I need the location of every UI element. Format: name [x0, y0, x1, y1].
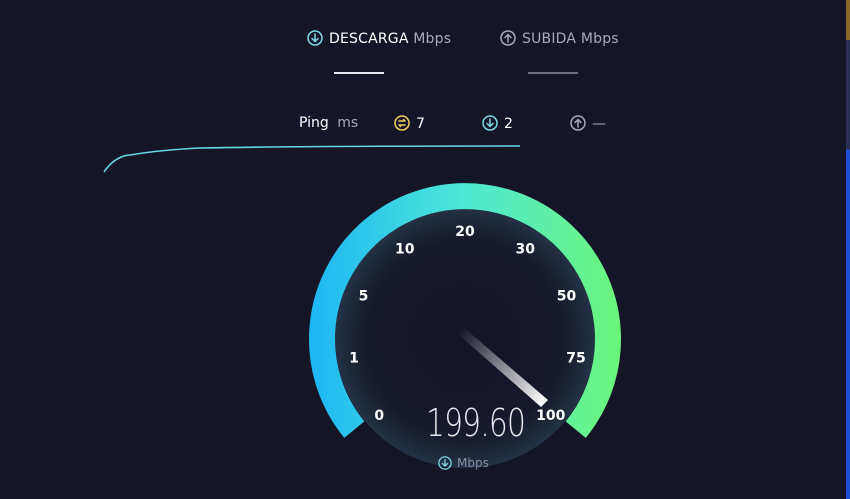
download-circle-icon [438, 456, 452, 470]
gauge-scale-label-75: 75 [566, 351, 585, 367]
gauge-scale-label-5: 5 [359, 289, 369, 305]
gauge-scale-label-1: 1 [349, 351, 359, 367]
speed-readout: 199.60 [426, 401, 526, 445]
speedometer-gauge: 0 1 5 10 20 30 50 75 100 [309, 183, 621, 468]
gauge-scale-label-10: 10 [395, 242, 415, 258]
gauge-scale-label-50: 50 [557, 289, 577, 305]
gauge-scale-label-0: 0 [374, 408, 384, 424]
gauge-scale-label-20: 20 [455, 224, 475, 240]
speed-unit-group: Mbps [438, 456, 489, 470]
gauge-scale-label-100: 100 [536, 408, 565, 424]
gauge-scale-label-30: 30 [515, 242, 535, 258]
speed-unit: Mbps [457, 456, 489, 470]
